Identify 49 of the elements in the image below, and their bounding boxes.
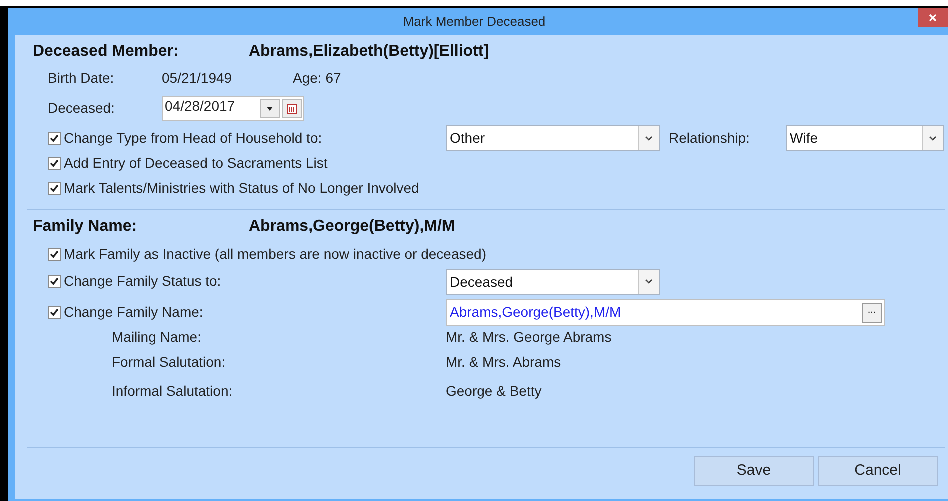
option-label: Change Family Name: [64,303,204,322]
section-heading: Deceased Member: [33,42,180,62]
birth-date: 05/21/1949 [162,68,234,88]
check-icon [50,250,59,258]
member-name: Abrams,Elizabeth(Betty)[Elliott] [249,42,490,62]
status-dropdown[interactable]: Deceased [446,268,660,294]
family-name: Abrams,George(Betty),M/M [249,217,456,237]
check-icon [50,308,59,317]
section-heading: Family Name: [33,217,138,237]
field-value: Mr. & Mrs. Abrams [446,352,562,372]
relationship-dropdown[interactable]: Wife [786,125,944,151]
age-text: Age: 67 [293,68,342,88]
field-label: Mailing Name: [111,328,202,347]
dialog-button[interactable]: Cancel [818,456,938,486]
close-icon [929,14,937,22]
field-label: Informal Salutation: [111,382,234,400]
check-icon [50,184,59,192]
option-label: Mark Talents/Ministries with Status of No Longer Involved [64,178,420,198]
checkbox[interactable] [48,248,61,260]
field-value: Mr. & Mrs. George Abrams [446,328,612,347]
chevron-down-icon [645,279,653,284]
check-icon [50,277,59,286]
caret-icon [267,106,273,110]
option-label: Change Type from Head of Household to: [64,128,322,148]
checkbox[interactable] [48,132,61,144]
browse-button[interactable]: ... [862,302,882,322]
field-label: Birth Date: [48,68,116,88]
option-label: Add Entry of Deceased to Sacraments List [64,154,328,173]
calendar-icon [287,104,297,114]
option-label: Change Family Status to: [64,272,222,291]
window-title: Mark Member Deceased [403,12,546,31]
close-button[interactable] [918,8,948,27]
checkbox[interactable] [48,306,61,319]
checkbox[interactable] [48,275,61,288]
chevron-down-icon [929,136,937,140]
checkbox[interactable] [48,182,61,194]
dialog-button[interactable]: Save [694,456,814,486]
field-label: Formal Salutation: [111,352,227,372]
checkbox[interactable] [48,156,61,170]
field-value: George & Betty [446,382,542,401]
field-label: Relationship: [669,128,751,148]
check-icon [50,134,59,142]
chevron-down-icon [645,136,653,140]
family-name-field[interactable]: Abrams,George(Betty),M/M ... [446,299,885,326]
date-field[interactable]: 04/28/2017 [162,96,304,121]
option-label: Mark Family as Inactive (all members are now inactive or deceased) [64,244,486,264]
field-label: Deceased: [48,99,116,118]
check-icon [50,158,59,168]
type-dropdown[interactable]: Other [446,125,660,151]
